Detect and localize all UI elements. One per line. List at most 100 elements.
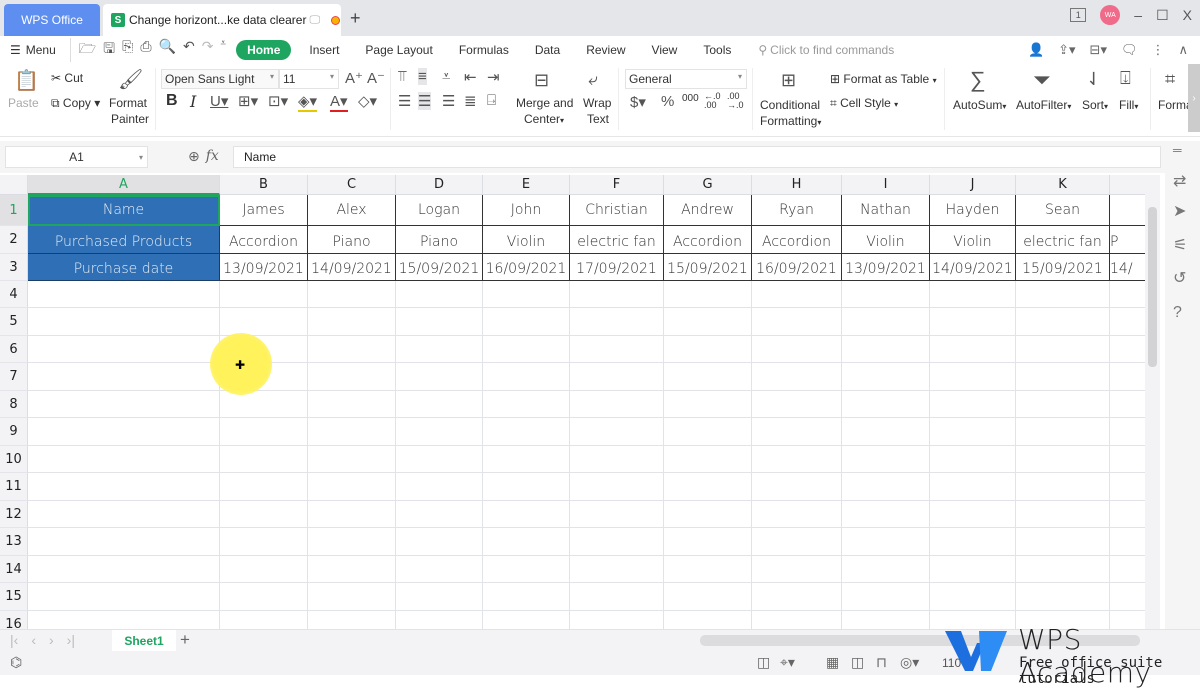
ribbon-scroll-right-button[interactable]: › — [1188, 64, 1200, 132]
italic-button[interactable]: I — [190, 92, 196, 111]
empty-cell[interactable] — [28, 308, 220, 336]
empty-cell[interactable] — [664, 583, 752, 611]
empty-cell[interactable] — [220, 528, 308, 556]
undo-icon[interactable]: ↶ — [183, 38, 195, 62]
row-header-8[interactable]: 8 — [0, 391, 28, 418]
wrap-text-icon[interactable]: ⤶ — [588, 70, 598, 90]
empty-cell[interactable] — [570, 501, 664, 528]
empty-cell[interactable] — [570, 446, 664, 473]
row-header-7[interactable]: 7 — [0, 363, 28, 391]
cell-style-button[interactable]: ⌗ Cell Style ▾ — [830, 96, 898, 111]
tab-page-layout[interactable]: Page Layout — [365, 43, 432, 57]
empty-cell[interactable] — [664, 528, 752, 556]
table-cell[interactable]: Ryan — [752, 195, 842, 226]
empty-cell[interactable] — [1110, 446, 1145, 473]
row-header-2[interactable]: 2 — [0, 226, 28, 254]
spreadsheet-grid[interactable]: ABCDEFGHIJKL 1NameJamesAlexLoganJohnChris… — [0, 175, 1145, 629]
table-cell[interactable]: Hayden — [930, 195, 1016, 226]
distributed-icon[interactable]: ⍈ — [487, 92, 496, 109]
empty-cell[interactable] — [308, 528, 396, 556]
empty-cell[interactable] — [842, 473, 930, 501]
column-header-h[interactable]: H — [752, 175, 842, 195]
table-cell[interactable]: James — [220, 195, 308, 226]
empty-cell[interactable] — [930, 308, 1016, 336]
conditional-formatting-label-1[interactable]: Conditional — [760, 98, 820, 112]
empty-cell[interactable] — [1110, 556, 1145, 583]
empty-cell[interactable] — [483, 556, 570, 583]
collapse-ribbon-icon[interactable]: ∧ — [1178, 42, 1188, 58]
empty-cell[interactable] — [1110, 391, 1145, 418]
empty-cell[interactable] — [842, 308, 930, 336]
align-top-icon[interactable]: ⫪ — [398, 68, 406, 85]
empty-cell[interactable] — [664, 473, 752, 501]
empty-cell[interactable] — [483, 308, 570, 336]
maximize-button[interactable]: ☐ — [1156, 7, 1169, 24]
add-sheet-button[interactable]: + — [180, 630, 190, 650]
empty-cell[interactable] — [1016, 308, 1110, 336]
empty-cell[interactable] — [930, 363, 1016, 391]
column-header-i[interactable]: I — [842, 175, 930, 195]
row-header-13[interactable]: 13 — [0, 528, 28, 556]
empty-cell[interactable] — [28, 391, 220, 418]
column-header-l[interactable]: L — [1110, 175, 1145, 195]
increase-font-icon[interactable]: A⁺ — [345, 69, 363, 87]
table-cell[interactable]: Logan — [396, 195, 483, 226]
empty-cell[interactable] — [842, 391, 930, 418]
wrap-text-label-1[interactable]: Wrap — [583, 96, 611, 110]
increase-decimal-icon[interactable]: ←.0.00 — [704, 92, 721, 110]
empty-cell[interactable] — [1110, 501, 1145, 528]
sheet-tab-sheet1[interactable]: Sheet1 — [112, 630, 176, 652]
table-cell[interactable]: Andrew — [664, 195, 752, 226]
normal-view-icon[interactable]: ▦ — [826, 654, 839, 671]
conditional-formatting-label-2[interactable]: Formatting▾ — [760, 114, 821, 128]
column-header-e[interactable]: E — [483, 175, 570, 195]
empty-cell[interactable] — [28, 583, 220, 611]
format-painter-label-2[interactable]: Painter — [111, 112, 149, 126]
row-header-14[interactable]: 14 — [0, 556, 28, 583]
empty-cell[interactable] — [664, 556, 752, 583]
macro-record-icon[interactable]: ⌬ — [10, 654, 22, 671]
empty-cell[interactable] — [220, 556, 308, 583]
empty-cell[interactable] — [28, 501, 220, 528]
empty-cell[interactable] — [664, 281, 752, 308]
sort-button[interactable]: Sort▾ — [1082, 98, 1108, 112]
align-left-icon[interactable]: ☰ — [398, 92, 411, 110]
empty-cell[interactable] — [664, 611, 752, 629]
empty-cell[interactable] — [842, 501, 930, 528]
empty-cell[interactable] — [483, 611, 570, 629]
empty-cell[interactable] — [308, 391, 396, 418]
empty-cell[interactable] — [664, 391, 752, 418]
empty-cell[interactable] — [396, 528, 483, 556]
empty-cell[interactable] — [664, 418, 752, 446]
table-cell[interactable]: Alex — [308, 195, 396, 226]
redo-icon[interactable]: ↷ — [202, 38, 214, 62]
empty-cell[interactable] — [308, 473, 396, 501]
align-center-icon[interactable]: ☰ — [418, 92, 432, 110]
select-pointer-icon[interactable]: ➤ — [1173, 201, 1186, 221]
freeze-pane-icon[interactable]: ⌖▾ — [780, 654, 795, 671]
row-label-cell[interactable]: Name — [28, 195, 220, 226]
tab-view[interactable]: View — [652, 43, 678, 57]
empty-cell[interactable] — [396, 391, 483, 418]
empty-cell[interactable] — [752, 363, 842, 391]
empty-cell[interactable] — [220, 446, 308, 473]
align-right-icon[interactable]: ☰ — [442, 92, 455, 110]
tab-review[interactable]: Review — [586, 43, 625, 57]
format-painter-label-1[interactable]: Format — [109, 96, 147, 110]
table-cell[interactable]: Violin — [483, 226, 570, 254]
empty-cell[interactable] — [483, 336, 570, 363]
empty-cell[interactable] — [28, 611, 220, 629]
table-cell[interactable]: 14/09/2021 — [308, 254, 396, 281]
close-button[interactable]: X — [1183, 7, 1192, 23]
align-bottom-icon[interactable]: ⩡ — [442, 68, 450, 85]
adjust-sliders-icon[interactable]: ⚟ — [1173, 235, 1187, 255]
autofilter-button[interactable]: AutoFilter▾ — [1016, 98, 1071, 112]
empty-cell[interactable] — [1110, 473, 1145, 501]
empty-cell[interactable] — [396, 583, 483, 611]
decrease-font-icon[interactable]: A⁻ — [367, 69, 385, 87]
wps-office-tab[interactable]: WPS Office — [4, 4, 100, 36]
empty-cell[interactable] — [752, 308, 842, 336]
row-header-16[interactable]: 16 — [0, 611, 28, 629]
column-header-d[interactable]: D — [396, 175, 483, 195]
empty-cell[interactable] — [28, 556, 220, 583]
